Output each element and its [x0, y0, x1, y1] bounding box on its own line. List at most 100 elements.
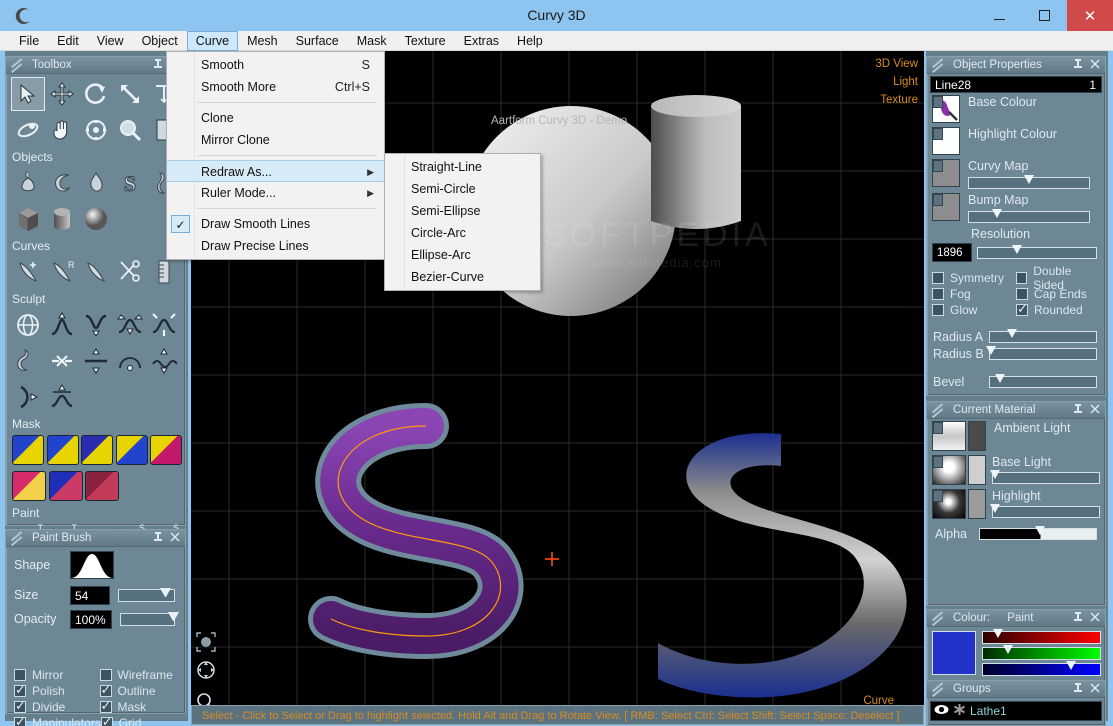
mask-blend-tool[interactable]	[115, 435, 148, 465]
checkbox-polish[interactable]: Polish	[14, 682, 100, 698]
cube-primitive-tool[interactable]	[11, 202, 45, 236]
rotate-tool[interactable]	[79, 77, 113, 111]
maximize-button[interactable]	[1022, 0, 1067, 31]
menu-item-smooth[interactable]: Smooth S	[167, 54, 384, 76]
redraw-curve-tool[interactable]: R	[45, 255, 79, 289]
group-list-item[interactable]: Lathe1	[930, 701, 1102, 721]
mask-ring-tool[interactable]	[150, 435, 183, 465]
blue-slider[interactable]	[982, 661, 1101, 676]
menu-mesh[interactable]: Mesh	[238, 31, 287, 51]
checkbox-glow[interactable]: Glow	[932, 303, 1016, 317]
close-icon[interactable]	[1088, 682, 1102, 696]
menu-curve[interactable]: Curve	[186, 30, 239, 51]
menu-object[interactable]: Object	[133, 31, 187, 51]
lathe-object-tool[interactable]	[11, 166, 45, 200]
resolution-input[interactable]: 1896	[932, 243, 972, 262]
checkbox-symmetry[interactable]: Symmetry	[932, 271, 1016, 285]
mask-spot-tool[interactable]	[48, 471, 83, 501]
menu-help[interactable]: Help	[508, 31, 552, 51]
pin-icon[interactable]	[1071, 682, 1085, 696]
minimize-button[interactable]	[977, 0, 1022, 31]
mask-gradient-tool[interactable]	[81, 435, 114, 465]
checkbox-grid[interactable]: Grid	[100, 714, 185, 726]
submenu-item-straight-line[interactable]: Straight-Line	[385, 156, 540, 178]
sculpt-globe-tool[interactable]	[11, 308, 45, 342]
red-slider[interactable]	[982, 629, 1101, 644]
viewport-label-texture[interactable]: Texture	[880, 94, 918, 106]
size-input[interactable]: 54	[70, 585, 110, 605]
snake-tool[interactable]	[11, 344, 45, 378]
checkbox-mask[interactable]: Mask	[99, 698, 186, 714]
menu-item-smooth-more[interactable]: Smooth More Ctrl+S	[167, 76, 384, 98]
current-colour-swatch[interactable]	[932, 631, 976, 675]
draw-curve-tool[interactable]	[11, 255, 45, 289]
cut-curve-tool[interactable]	[113, 255, 147, 289]
ambient-light-colour[interactable]	[968, 421, 986, 451]
dome-tool[interactable]	[113, 344, 147, 378]
base-colour-swatch[interactable]	[932, 95, 960, 123]
close-button[interactable]: ✕	[1067, 0, 1113, 31]
scale-tool[interactable]	[113, 77, 147, 111]
mask-box-tool[interactable]	[12, 435, 45, 465]
viewport-label-light[interactable]: Light	[893, 76, 918, 88]
close-icon[interactable]	[1088, 58, 1102, 72]
cylinder-primitive-tool[interactable]	[45, 202, 79, 236]
flatten-tool[interactable]	[79, 344, 113, 378]
squeeze-tool[interactable]	[45, 344, 79, 378]
ruler-tool[interactable]	[147, 255, 181, 289]
smooth-arc-tool[interactable]	[45, 380, 79, 414]
checkbox-fog[interactable]: Fog	[932, 287, 1016, 301]
base-light-slider[interactable]	[990, 470, 1100, 484]
menu-surface[interactable]: Surface	[287, 31, 348, 51]
checkbox-wireframe[interactable]: Wireframe	[99, 668, 186, 682]
drag-grip-icon[interactable]	[10, 531, 24, 546]
pan-viewport-icon[interactable]	[195, 659, 217, 681]
menu-file[interactable]: File	[10, 31, 48, 51]
menu-extras[interactable]: Extras	[455, 31, 508, 51]
bevel-slider[interactable]	[989, 374, 1097, 388]
checkbox-manipulators[interactable]: Manipulators	[14, 714, 101, 726]
ambient-light-preview[interactable]	[932, 421, 966, 451]
object-name-input[interactable]: Line28 1	[930, 76, 1102, 93]
checkbox-outline[interactable]: Outline	[99, 682, 186, 698]
submenu-item-semi-circle[interactable]: Semi-Circle	[385, 178, 540, 200]
close-icon[interactable]	[1088, 403, 1102, 417]
submenu-item-semi-ellipse[interactable]: Semi-Ellipse	[385, 200, 540, 222]
pin-icon[interactable]	[151, 58, 165, 72]
drag-grip-icon[interactable]	[931, 682, 945, 697]
close-icon[interactable]	[1088, 611, 1102, 625]
drag-grip-icon[interactable]	[931, 403, 945, 418]
radius-a-slider[interactable]	[989, 329, 1097, 343]
pin-icon[interactable]	[1071, 611, 1085, 625]
menu-item-ruler-mode[interactable]: Ruler Mode... ▶	[167, 182, 384, 204]
highlight-preview[interactable]	[932, 489, 966, 519]
alpha-slider[interactable]	[979, 526, 1097, 540]
ripple-tool[interactable]	[147, 344, 181, 378]
submenu-item-circle-arc[interactable]: Circle-Arc	[385, 222, 540, 244]
curvy-map-slider[interactable]	[968, 175, 1090, 189]
eye-icon[interactable]	[934, 704, 949, 718]
opacity-input[interactable]: 100%	[70, 609, 112, 629]
checkbox-mirror[interactable]: Mirror	[14, 668, 100, 682]
base-light-colour[interactable]	[968, 455, 986, 485]
size-slider[interactable]	[118, 587, 175, 602]
redraw-as-submenu[interactable]: Straight-Line Semi-Circle Semi-Ellipse Circ…	[384, 153, 541, 291]
text-object-tool[interactable]: S	[113, 166, 147, 200]
curvy-map-swatch[interactable]	[932, 159, 960, 187]
zoom-magnifier-tool[interactable]	[113, 113, 147, 147]
menu-item-redraw-as[interactable]: Redraw As... ▶	[167, 160, 384, 182]
checkbox-rounded[interactable]: Rounded	[1016, 301, 1100, 317]
blob-object-tool[interactable]	[79, 166, 113, 200]
pin-icon[interactable]	[1071, 58, 1085, 72]
push-down-tool[interactable]	[79, 308, 113, 342]
pinch-tool[interactable]	[147, 308, 181, 342]
target-tool[interactable]	[79, 113, 113, 147]
half-pinch-tool[interactable]	[11, 380, 45, 414]
pin-icon[interactable]	[151, 531, 165, 545]
select-arrow-tool[interactable]	[11, 77, 45, 111]
drag-grip-icon[interactable]	[931, 58, 945, 73]
pan-hand-tool[interactable]	[45, 113, 79, 147]
pin-icon[interactable]	[1071, 403, 1085, 417]
menu-edit[interactable]: Edit	[48, 31, 88, 51]
checkbox-divide[interactable]: Divide	[14, 698, 100, 714]
